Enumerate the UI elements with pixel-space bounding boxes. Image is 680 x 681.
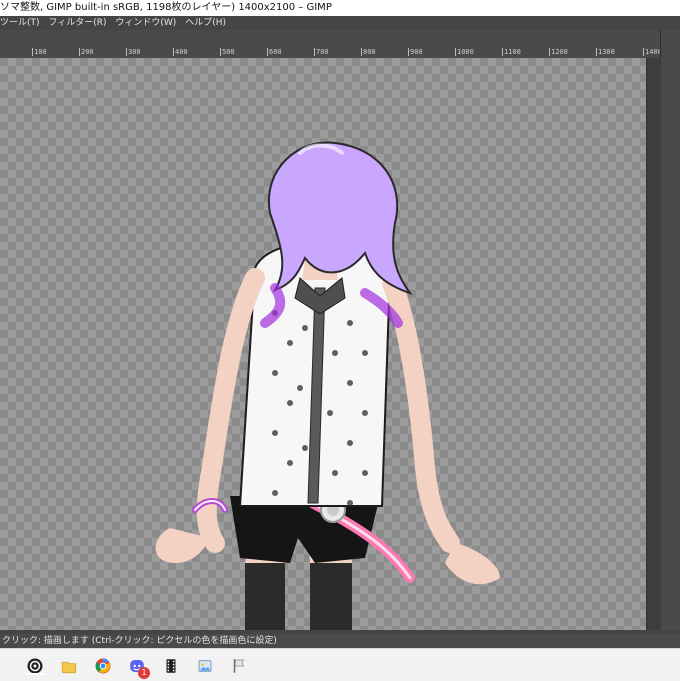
taskbar-button-obs[interactable] (24, 655, 46, 677)
active-indicator (26, 673, 44, 675)
window-title-bar: ソマ整数, GIMP built-in sRGB, 1198枚のレイヤー) 14… (0, 0, 680, 16)
menu-tools[interactable]: ツール(T) (0, 18, 40, 28)
image-canvas[interactable] (0, 58, 646, 630)
ruler-label-1200: 1200 (551, 48, 568, 56)
ruler-tick (126, 48, 127, 56)
flag-icon (233, 659, 245, 673)
status-bar: クリック: 描画します (Ctrl-クリック: ピクセルの色を描画色に設定) (0, 634, 680, 648)
menu-bar: ツール(T) フィルター(R) ウィンドウ(W) ヘルプ(H) (0, 16, 680, 30)
ruler-tick (173, 48, 174, 56)
right-side-panel (646, 58, 661, 630)
taskbar-button-flag[interactable] (228, 655, 250, 677)
taskbar: 1 (0, 648, 680, 681)
status-text: クリック: 描画します (Ctrl-クリック: ピクセルの色を描画色に設定) (2, 636, 277, 646)
right-ruler[interactable] (660, 30, 680, 630)
ruler-label-300: 300 (128, 48, 141, 56)
taskbar-button-film[interactable] (160, 655, 182, 677)
ruler-tick (32, 48, 33, 56)
ruler-tick (408, 48, 409, 56)
taskbar-button-discord[interactable]: 1 (126, 655, 150, 679)
ruler-tick (596, 48, 597, 56)
film-icon (166, 659, 176, 673)
menu-windows[interactable]: ウィンドウ(W) (115, 18, 176, 28)
ruler-label-900: 900 (410, 48, 423, 56)
ruler-tick (267, 48, 268, 56)
ruler-tick (455, 48, 456, 56)
ruler-label-200: 200 (81, 48, 94, 56)
ruler-label-500: 500 (222, 48, 235, 56)
menu-help[interactable]: ヘルプ(H) (185, 18, 226, 28)
ruler-label-400: 400 (175, 48, 188, 56)
window-title: ソマ整数, GIMP built-in sRGB, 1198枚のレイヤー) 14… (0, 2, 332, 13)
taskbar-button-chrome[interactable] (92, 655, 114, 677)
ruler-label-1300: 1300 (598, 48, 615, 56)
ruler-label-800: 800 (363, 48, 376, 56)
notification-badge: 1 (138, 667, 150, 679)
ruler-tick (314, 48, 315, 56)
ruler-tick (502, 48, 503, 56)
ruler-tick (361, 48, 362, 56)
ruler-tick (79, 48, 80, 56)
ruler-label-1100: 1100 (504, 48, 521, 56)
ruler-tick (643, 48, 644, 56)
ruler-label-700: 700 (316, 48, 329, 56)
ruler-label-100: 100 (34, 48, 47, 56)
menu-filters[interactable]: フィルター(R) (48, 18, 106, 28)
ruler-tick (220, 48, 221, 56)
character-illustration (155, 141, 500, 630)
ruler-tick (549, 48, 550, 56)
chrome-icon (95, 658, 111, 674)
ruler-label-600: 600 (269, 48, 282, 56)
taskbar-button-folder[interactable] (58, 655, 80, 677)
image-icon (198, 660, 212, 672)
taskbar-button-image[interactable] (194, 655, 216, 677)
ruler-label-1000: 1000 (457, 48, 474, 56)
folder-icon (61, 661, 77, 674)
